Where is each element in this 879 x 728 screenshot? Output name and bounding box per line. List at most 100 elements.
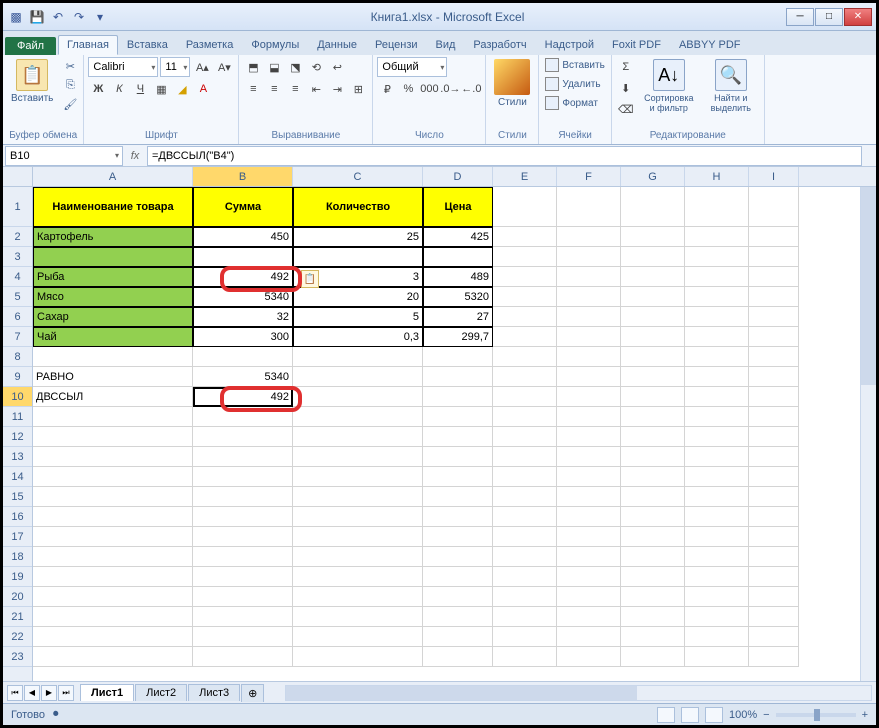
styles-button[interactable]: Стили <box>490 57 534 110</box>
fill-icon[interactable]: ⬇ <box>616 78 636 98</box>
cell[interactable] <box>621 507 685 527</box>
zoom-out-button[interactable]: − <box>763 709 769 721</box>
row-header[interactable]: 6 <box>3 307 32 327</box>
cell[interactable] <box>493 187 557 227</box>
cell[interactable] <box>33 507 193 527</box>
cell[interactable] <box>621 187 685 227</box>
grow-font-icon[interactable]: A▴ <box>192 57 212 77</box>
cell[interactable] <box>423 607 493 627</box>
maximize-button[interactable]: □ <box>815 8 843 26</box>
cell[interactable] <box>423 407 493 427</box>
cell[interactable] <box>193 547 293 567</box>
cell[interactable] <box>493 607 557 627</box>
cell[interactable] <box>749 627 799 647</box>
sheet-tab[interactable]: Лист1 <box>80 684 134 701</box>
cell[interactable] <box>621 627 685 647</box>
cell[interactable] <box>493 367 557 387</box>
cell[interactable] <box>493 347 557 367</box>
cell[interactable]: Картофель <box>33 227 193 247</box>
cell[interactable] <box>621 327 685 347</box>
cell[interactable] <box>293 607 423 627</box>
font-name-combo[interactable]: Calibri <box>88 57 158 77</box>
cell[interactable] <box>749 567 799 587</box>
wrap-text-icon[interactable]: ↩ <box>327 57 347 77</box>
row-header[interactable]: 4 <box>3 267 32 287</box>
formula-input[interactable]: =ДВССЫЛ("B4") <box>147 146 862 166</box>
col-header[interactable]: H <box>685 167 749 186</box>
cell[interactable] <box>557 327 621 347</box>
cell[interactable] <box>621 647 685 667</box>
vertical-scrollbar[interactable] <box>860 187 876 681</box>
cell[interactable]: Наименование товара <box>33 187 193 227</box>
cell[interactable] <box>493 547 557 567</box>
cell[interactable]: 20 <box>293 287 423 307</box>
cell[interactable]: 5340 <box>193 287 293 307</box>
cell[interactable] <box>33 427 193 447</box>
cell[interactable] <box>493 287 557 307</box>
cell[interactable] <box>557 567 621 587</box>
cell[interactable] <box>621 347 685 367</box>
delete-cells-button[interactable]: Удалить <box>543 76 606 92</box>
sheet-tab[interactable]: Лист2 <box>135 684 187 701</box>
cell[interactable] <box>33 607 193 627</box>
align-left-icon[interactable]: ≡ <box>243 79 263 99</box>
cell[interactable] <box>749 447 799 467</box>
row-header[interactable]: 12 <box>3 427 32 447</box>
cell[interactable] <box>193 427 293 447</box>
cell[interactable] <box>293 467 423 487</box>
redo-icon[interactable]: ↷ <box>70 8 88 26</box>
cell[interactable] <box>749 527 799 547</box>
cell[interactable] <box>749 607 799 627</box>
col-header[interactable]: D <box>423 167 493 186</box>
cut-icon[interactable]: ✂ <box>61 57 79 75</box>
cell[interactable] <box>493 247 557 267</box>
percent-icon[interactable]: % <box>398 79 418 99</box>
cell[interactable] <box>193 487 293 507</box>
cell[interactable] <box>493 487 557 507</box>
cell[interactable] <box>749 327 799 347</box>
merge-icon[interactable]: ⊞ <box>348 79 368 99</box>
tab-home[interactable]: Главная <box>58 35 118 55</box>
orientation-icon[interactable]: ⟲ <box>306 57 326 77</box>
cell[interactable] <box>749 267 799 287</box>
align-bottom-icon[interactable]: ⬔ <box>285 57 305 77</box>
cell[interactable]: 492 <box>193 267 293 287</box>
col-header[interactable]: F <box>557 167 621 186</box>
cell[interactable] <box>423 527 493 547</box>
cell[interactable] <box>557 507 621 527</box>
col-header[interactable]: I <box>749 167 799 186</box>
row-header[interactable]: 5 <box>3 287 32 307</box>
cell[interactable] <box>685 527 749 547</box>
cell[interactable]: Количество <box>293 187 423 227</box>
cell[interactable] <box>423 627 493 647</box>
cell[interactable] <box>493 567 557 587</box>
cell[interactable]: 299,7 <box>423 327 493 347</box>
cell[interactable] <box>493 467 557 487</box>
cell[interactable] <box>557 447 621 467</box>
row-header[interactable]: 10 <box>3 387 32 407</box>
cell[interactable]: Чай <box>33 327 193 347</box>
cell[interactable] <box>557 547 621 567</box>
cell[interactable] <box>493 407 557 427</box>
cell[interactable] <box>293 547 423 567</box>
cell[interactable] <box>493 327 557 347</box>
sheet-nav-next[interactable]: ▶ <box>41 685 57 701</box>
cell[interactable] <box>621 247 685 267</box>
align-middle-icon[interactable]: ⬓ <box>264 57 284 77</box>
cell[interactable] <box>293 627 423 647</box>
cell[interactable]: Мясо <box>33 287 193 307</box>
cell[interactable] <box>557 627 621 647</box>
cell[interactable] <box>749 487 799 507</box>
clear-icon[interactable]: ⌫ <box>616 99 636 119</box>
indent-decrease-icon[interactable]: ⇤ <box>306 79 326 99</box>
cell[interactable] <box>685 467 749 487</box>
cell[interactable] <box>621 487 685 507</box>
row-header[interactable]: 18 <box>3 547 32 567</box>
cell[interactable] <box>293 507 423 527</box>
align-top-icon[interactable]: ⬒ <box>243 57 263 77</box>
cell[interactable] <box>493 227 557 247</box>
insert-cells-button[interactable]: Вставить <box>543 57 606 73</box>
cell[interactable] <box>423 487 493 507</box>
sheet-nav-prev[interactable]: ◀ <box>24 685 40 701</box>
cell[interactable] <box>493 527 557 547</box>
